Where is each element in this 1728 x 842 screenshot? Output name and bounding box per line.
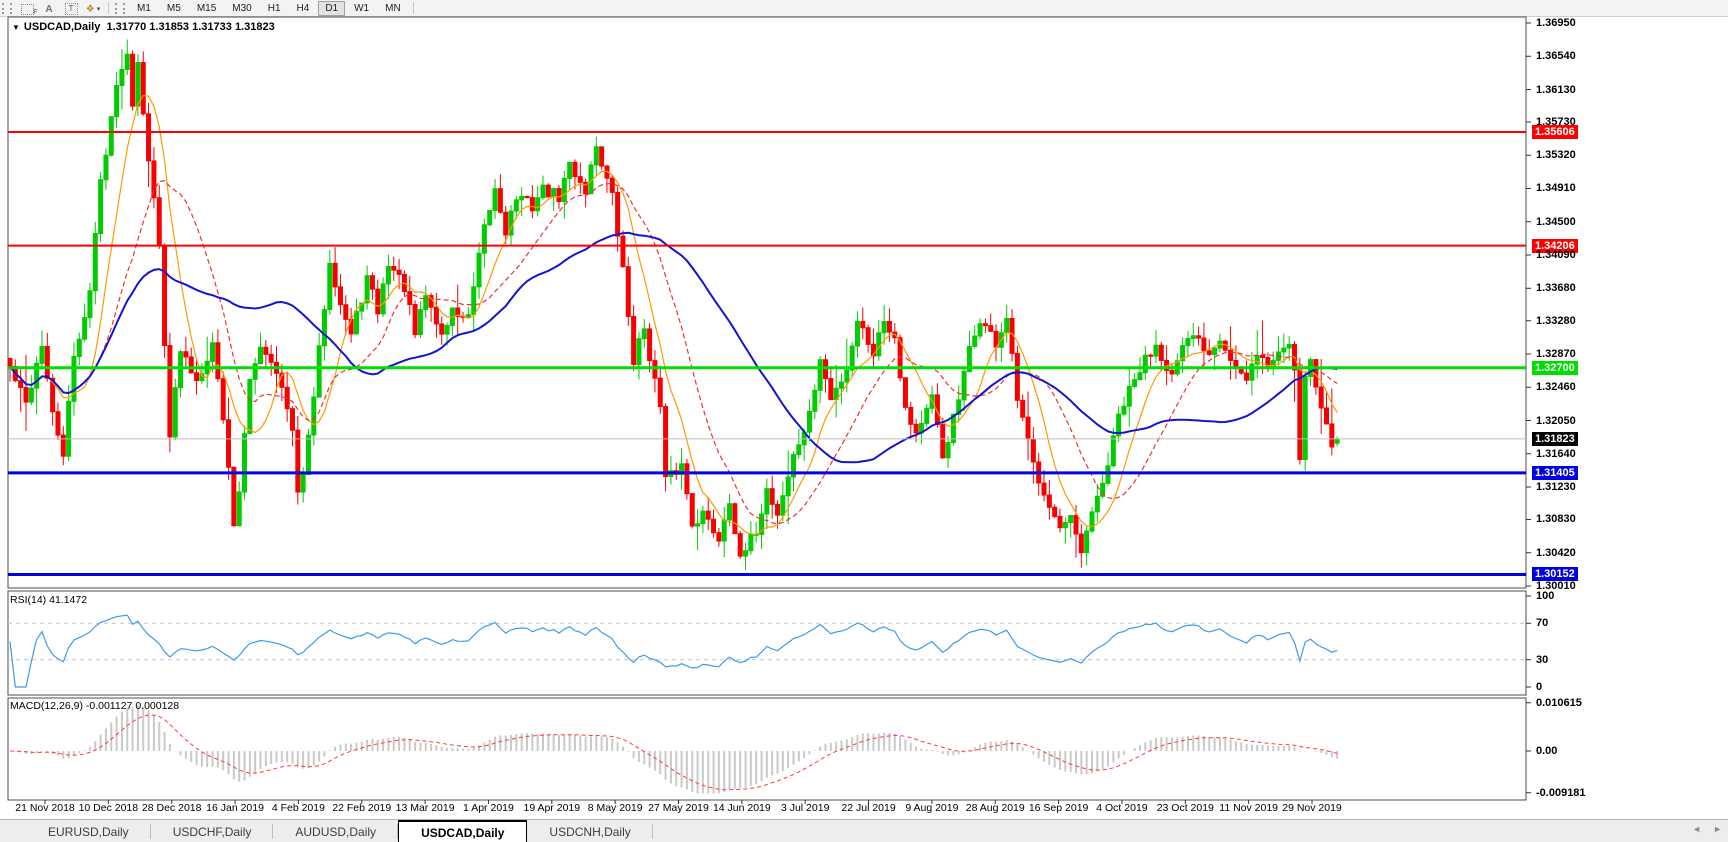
chart-canvas[interactable] (0, 0, 1728, 842)
tab-scroll-left-icon[interactable]: ◄ (1692, 824, 1701, 834)
tab-separator (652, 824, 653, 839)
tabbar-pad (0, 820, 26, 842)
tab-usdcad[interactable]: USDCAD,Daily (398, 820, 527, 842)
tab-scroll-right-icon[interactable]: ► (1713, 824, 1722, 834)
mt4-window: F A T ❖▾ M1M5M15M30H1H4D1W1MN ▼USDCAD,Da… (0, 0, 1728, 842)
tab-eurusd[interactable]: EURUSD,Daily (26, 820, 151, 842)
tab-audusd[interactable]: AUDUSD,Daily (273, 820, 398, 842)
symbol-tab-bar: EURUSD,DailyUSDCHF,DailyAUDUSD,DailyUSDC… (0, 819, 1728, 842)
tab-scrollbar: ◄ ► (1692, 824, 1722, 834)
tab-usdchf[interactable]: USDCHF,Daily (151, 820, 274, 842)
tab-usdcnh[interactable]: USDCNH,Daily (527, 820, 652, 842)
tabs-container: EURUSD,DailyUSDCHF,DailyAUDUSD,DailyUSDC… (26, 820, 653, 842)
